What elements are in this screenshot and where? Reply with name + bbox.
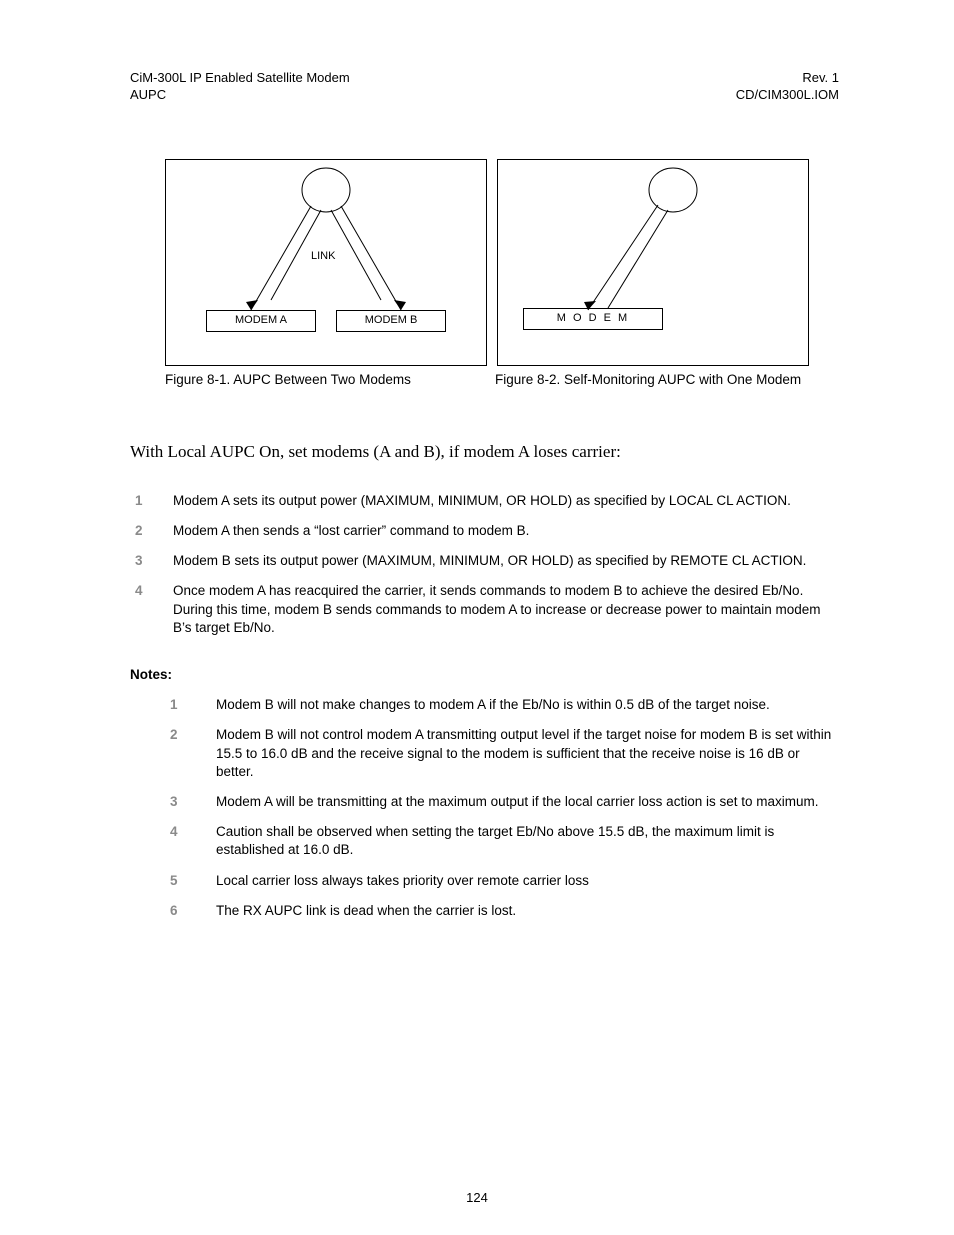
- list-item: 1 Modem A sets its output power (MAXIMUM,…: [130, 492, 839, 510]
- notes-heading: Notes:: [130, 667, 839, 682]
- list-item: 5 Local carrier loss always takes priorit…: [130, 872, 839, 890]
- list-number: 2: [135, 522, 163, 540]
- page-header: CiM-300L IP Enabled Satellite Modem AUPC…: [130, 70, 839, 104]
- figure-2-caption: Figure 8-2. Self-Monitoring AUPC with On…: [495, 372, 805, 387]
- list-item: 2 Modem A then sends a “lost carrier” com…: [130, 522, 839, 540]
- list-text: Modem A will be transmitting at the maxi…: [216, 793, 839, 811]
- list-text: Modem A then sends a “lost carrier” comm…: [173, 522, 839, 540]
- document-page: CiM-300L IP Enabled Satellite Modem AUPC…: [0, 0, 954, 1235]
- steps-list: 1 Modem A sets its output power (MAXIMUM,…: [130, 492, 839, 637]
- modem-b-box: MODEM B: [336, 310, 446, 332]
- list-text: Modem B will not control modem A transmi…: [216, 726, 839, 781]
- list-text: Modem B will not make changes to modem A…: [216, 696, 839, 714]
- list-number: 4: [135, 582, 163, 637]
- figure-2-svg: [498, 160, 808, 365]
- list-item: 4Once modem A has reacquired the carrier…: [130, 582, 839, 637]
- header-right-line1: Rev. 1: [736, 70, 839, 87]
- header-left: CiM-300L IP Enabled Satellite Modem AUPC: [130, 70, 350, 104]
- notes-list: 1 Modem B will not make changes to modem …: [130, 696, 839, 920]
- list-number: 3: [135, 552, 163, 570]
- list-number: 2: [170, 726, 198, 781]
- list-text: Modem A sets its output power (MAXIMUM, …: [173, 492, 839, 510]
- header-right: Rev. 1 CD/CIM300L.IOM: [736, 70, 839, 104]
- modem-a-box: MODEM A: [206, 310, 316, 332]
- link-label: LINK: [311, 250, 335, 262]
- list-text: Modem B sets its output power (MAXIMUM, …: [173, 552, 839, 570]
- list-number: 5: [170, 872, 198, 890]
- list-item: 1 Modem B will not make changes to modem …: [130, 696, 839, 714]
- list-number: 1: [135, 492, 163, 510]
- list-item: 6 The RX AUPC link is dead when the carri…: [130, 902, 839, 920]
- header-left-line2: AUPC: [130, 87, 350, 104]
- figure-2-diagram: M O D E M: [497, 159, 809, 366]
- list-item: 3 Modem B sets its output power (MAXIMUM,…: [130, 552, 839, 570]
- list-number: 1: [170, 696, 198, 714]
- list-text: The RX AUPC link is dead when the carrie…: [216, 902, 839, 920]
- list-text: Once modem A has reacquired the carrier,…: [173, 582, 839, 637]
- list-number: 6: [170, 902, 198, 920]
- intro-paragraph: With Local AUPC On, set modems (A and B)…: [130, 442, 839, 462]
- figure-1-caption: Figure 8-1. AUPC Between Two Modems: [165, 372, 485, 387]
- list-item: 2 Modem B will not control modem A transm…: [130, 726, 839, 781]
- header-left-line1: CiM-300L IP Enabled Satellite Modem: [130, 70, 350, 87]
- list-number: 3: [170, 793, 198, 811]
- figure-1-diagram: LINK MODEM A MODEM B: [165, 159, 487, 366]
- figure-1-svg: [166, 160, 486, 365]
- captions-row: Figure 8-1. AUPC Between Two Modems Figu…: [165, 372, 839, 387]
- figures-row: LINK MODEM A MODEM B M O D E M: [165, 159, 839, 366]
- list-text: Caution shall be observed when setting t…: [216, 823, 839, 859]
- list-item: 3 Modem A will be transmitting at the max…: [130, 793, 839, 811]
- modem-box: M O D E M: [523, 308, 663, 330]
- list-number: 4: [170, 823, 198, 859]
- page-number: 124: [0, 1190, 954, 1205]
- header-right-line2: CD/CIM300L.IOM: [736, 87, 839, 104]
- list-item: 4 Caution shall be observed when setting …: [130, 823, 839, 859]
- list-text: Local carrier loss always takes priority…: [216, 872, 839, 890]
